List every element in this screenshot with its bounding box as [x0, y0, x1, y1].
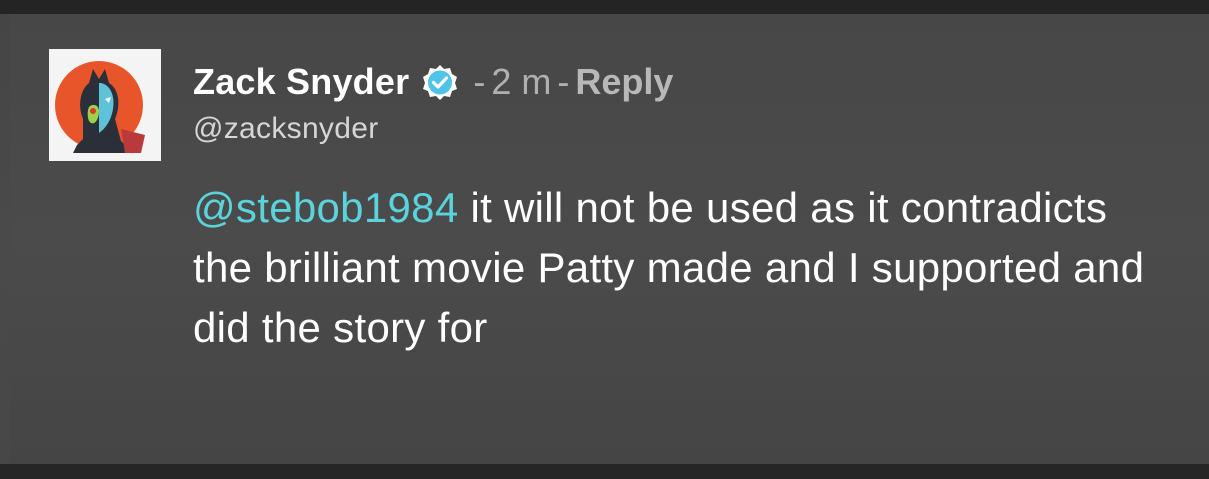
- screenshot-frame: Zack Snyder - 2 m - Reply @zacksnyder @s…: [0, 0, 1209, 479]
- timestamp: 2 m: [491, 61, 552, 102]
- verified-check-icon: [421, 63, 459, 101]
- comment-body: @stebob1984 it will not be used as it co…: [193, 178, 1153, 358]
- mention-link[interactable]: @stebob1984: [193, 184, 458, 231]
- separator: -: [473, 61, 486, 102]
- avatar[interactable]: [49, 49, 161, 161]
- avatar-illustration: [49, 49, 161, 161]
- author-name[interactable]: Zack Snyder: [193, 61, 409, 103]
- reply-button[interactable]: Reply: [575, 61, 673, 103]
- separator: -: [557, 61, 570, 102]
- author-handle[interactable]: @zacksnyder: [193, 112, 378, 146]
- comment-header: Zack Snyder - 2 m - Reply: [193, 56, 673, 108]
